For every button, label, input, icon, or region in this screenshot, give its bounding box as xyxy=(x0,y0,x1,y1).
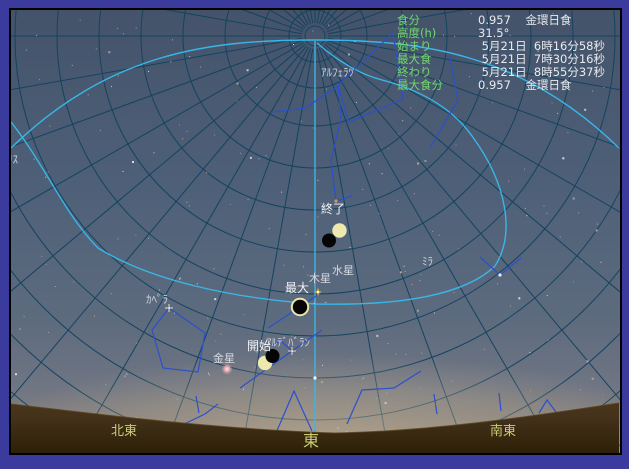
star-label-capella: ｶﾍﾟﾗ xyxy=(146,294,168,305)
sky-labels-layer: 食分0.957 金環日食高度(h)31.5°始まり 5月21日 6時16分58秒… xyxy=(11,10,620,453)
info-row-label: 最大食分 xyxy=(397,79,478,92)
star-label-mira: ﾐﾗ xyxy=(422,256,433,267)
info-row: 最大食分0.957 金環日食 xyxy=(397,79,619,92)
eclipse-info-panel: 食分0.957 金環日食高度(h)31.5°始まり 5月21日 6時16分58秒… xyxy=(397,14,619,92)
star-label-aldebaran: ｱﾙﾃﾞﾊﾞﾗﾝ xyxy=(266,337,310,348)
sky-map-view[interactable]: 食分0.957 金環日食高度(h)31.5°始まり 5月21日 6時16分58秒… xyxy=(9,8,622,455)
planet-label-venus: 金星 xyxy=(213,353,235,364)
planet-label-jupiter: 木星 xyxy=(309,273,331,284)
eclipse-event-label-max: 最大 xyxy=(285,282,309,294)
planet-label-mercury: 水星 xyxy=(332,265,354,276)
direction-label-northeast: 北東 xyxy=(111,425,137,438)
star-label-polaris: ﾘｽ xyxy=(9,154,18,165)
star-label-alpheratz: ｱﾙﾌｪﾗﾂ xyxy=(321,67,354,78)
eclipse-event-label-end: 終了 xyxy=(321,203,345,215)
direction-label-east: 東 xyxy=(303,433,319,449)
info-row-value: 0.957 金環日食 xyxy=(478,79,572,92)
app-window: { "app": {"type": "planetarium-eclipse-s… xyxy=(0,0,629,469)
eclipse-event-label-start: 開始 xyxy=(247,340,271,352)
direction-label-southeast: 南東 xyxy=(490,425,516,438)
